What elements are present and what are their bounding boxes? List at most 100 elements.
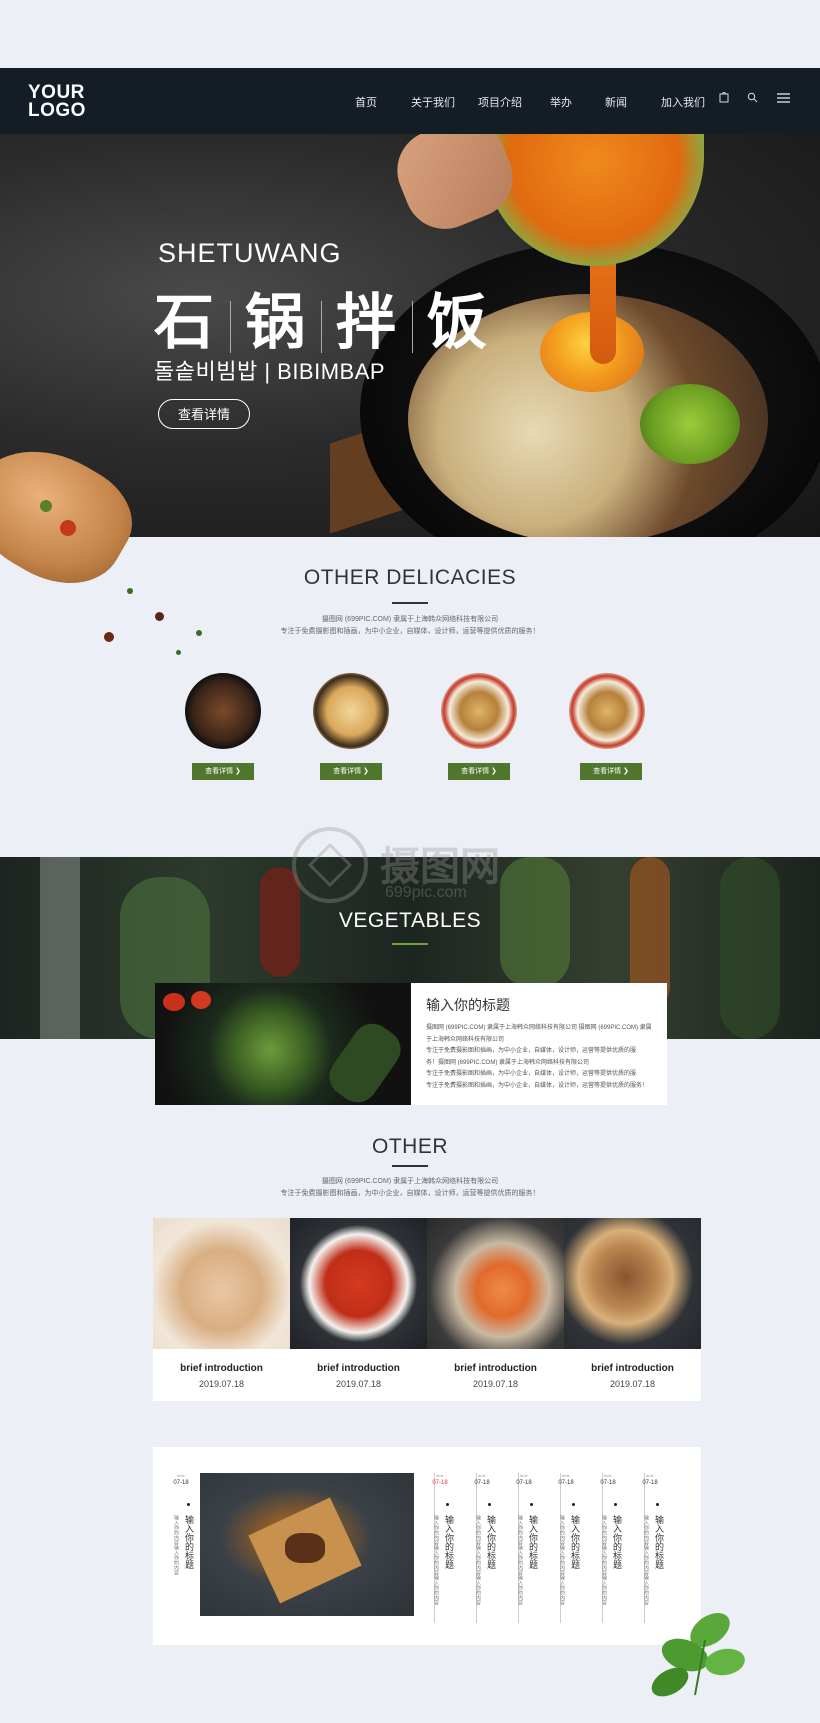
peppercorn-image: [176, 650, 181, 655]
bag-icon[interactable]: [716, 91, 732, 107]
timeline-date: 07-18: [432, 1480, 448, 1486]
timeline-time-label: time: [436, 1473, 444, 1478]
other-card-date: 2019.07.18: [198, 1379, 245, 1389]
other-card-3[interactable]: brief introduction 2019.07.18: [427, 1349, 564, 1401]
timeline-dot: [488, 1503, 491, 1506]
dessert-plate-image: [153, 1218, 290, 1349]
other-card-title: brief introduction: [591, 1363, 674, 1374]
timeline-date: 07-18: [642, 1480, 658, 1486]
nav-item-events[interactable]: 举办: [550, 94, 572, 110]
nav-item-projects[interactable]: 项目介绍: [478, 94, 522, 110]
timeline-body: 输入你的内容输入你的内容输入你的内容: [559, 1515, 565, 1605]
cucumber-image: [321, 1015, 409, 1111]
delicacy-dish-2-image: [313, 673, 389, 749]
hero-title-char-4: 饭: [427, 289, 489, 356]
timeline-heading: 输入你的标题: [570, 1515, 580, 1569]
timeline-heading: 输入你的标题: [486, 1515, 496, 1569]
other-card-date: 2019.07.18: [472, 1379, 519, 1389]
other-card-title: brief introduction: [180, 1363, 263, 1374]
delicacy-4-details-button[interactable]: 查看详情 ❯: [580, 763, 642, 780]
delicacy-dish-3-image: [441, 673, 517, 749]
timeline-panel: time 07-18 输入你的标题 输入你的内容输入你的内容 time 07-1…: [153, 1447, 701, 1645]
mint-leaves-image: [651, 1612, 745, 1697]
cucumber-image: [720, 857, 780, 1039]
timeline-body: 输入你的内容输入你的内容输入你的内容: [475, 1515, 481, 1605]
delicacies-divider: [392, 602, 428, 604]
camera-logo-icon: [292, 827, 368, 903]
timeline-steak-image: [200, 1473, 414, 1616]
timeline-entry-5[interactable]: time 07-18: [597, 1473, 619, 1486]
vegetables-card: 输入你的标题 摄图网 (699PIC.COM) 隶属于上海韩众网络科技有限公司 …: [411, 983, 667, 1105]
card-text-line: 专注于免费摄影图和插画，为中小企业，自媒体，设计师，运营等提供优质的服: [426, 1071, 637, 1077]
timeline-entry-1[interactable]: time 07-18: [429, 1473, 451, 1486]
timeline-heading: 输入你的标题: [444, 1515, 454, 1569]
card-text-line: 于上海韩众网络科技有限公司: [426, 1036, 505, 1043]
crayfish-image: [290, 1218, 427, 1349]
delicacy-2-details-button[interactable]: 查看详情 ❯: [320, 763, 382, 780]
hero-details-button[interactable]: 查看详情: [158, 399, 250, 429]
timeline-entry-4[interactable]: time 07-18: [555, 1473, 577, 1486]
timeline-time-label: time: [604, 1473, 612, 1478]
timeline-dot: [614, 1503, 617, 1506]
timeline-body: 输入你的内容输入你的内容输入你的内容: [601, 1515, 607, 1605]
timeline-heading: 输入你的标题: [654, 1515, 664, 1569]
card-text-line: 专注于免费摄影图和插画，为中小企业，自媒体，设计师，运营等提供优质的服务！: [426, 1082, 649, 1089]
timeline-entry-3[interactable]: time 07-18: [513, 1473, 535, 1486]
other-card-title: brief introduction: [454, 1363, 537, 1374]
delicacies-desc-line-1: 摄图网 (699PIC.COM) 隶属于上海韩众网络科技有限公司: [321, 616, 499, 623]
timeline-heading: 输入你的标题: [184, 1515, 194, 1569]
timeline-dot: [446, 1503, 449, 1506]
other-desc: 摄图网 (699PIC.COM) 隶属于上海韩众网络科技有限公司 专注于免费摄影…: [0, 1176, 820, 1200]
timeline-date: 07-18: [558, 1480, 574, 1486]
other-card-date: 2019.07.18: [335, 1379, 382, 1389]
delicacy-1-details-button[interactable]: 查看详情 ❯: [192, 763, 254, 780]
other-card-2[interactable]: brief introduction 2019.07.18: [290, 1349, 427, 1401]
logo[interactable]: YOUR LOGO: [28, 83, 86, 120]
other-desc-line-1: 摄图网 (699PIC.COM) 隶属于上海韩众网络科技有限公司: [321, 1178, 499, 1185]
top-navbar: YOUR LOGO 首页 关于我们 项目介绍 举办 新闻 加入我们: [0, 68, 820, 134]
peppercorn-image: [40, 500, 52, 512]
timeline-body: 输入你的内容输入你的内容输入你的内容: [433, 1515, 439, 1605]
broccoli-image: [155, 983, 411, 1111]
other-divider: [392, 1165, 428, 1167]
other-card-title: brief introduction: [317, 1363, 400, 1374]
watermark: 摄图网 699pic.com: [290, 820, 550, 920]
scallion-image: [40, 857, 80, 1039]
delicacies-desc: 摄图网 (699PIC.COM) 隶属于上海韩众网络科技有限公司 专注于免费摄影…: [0, 614, 820, 638]
timeline-heading: 输入你的标题: [528, 1515, 538, 1569]
delicacy-dish-1-image: [185, 673, 261, 749]
other-title: OTHER: [372, 1135, 448, 1158]
timeline-time-label: time: [520, 1473, 528, 1478]
timeline-dot: [656, 1503, 659, 1506]
other-card-1[interactable]: brief introduction 2019.07.18: [153, 1349, 290, 1401]
vegetables-card-title: 输入你的标题: [426, 997, 510, 1013]
timeline-entry-6[interactable]: time 07-18: [639, 1473, 661, 1486]
nav-item-news[interactable]: 新闻: [605, 94, 627, 110]
hero-title: 石锅拌饭: [154, 274, 489, 361]
search-icon[interactable]: [744, 91, 760, 107]
delicacy-3-details-button[interactable]: 查看详情 ❯: [448, 763, 510, 780]
timeline-entry-2[interactable]: time 07-18: [471, 1473, 493, 1486]
timeline-date: 07-18: [173, 1480, 189, 1486]
nav-item-home[interactable]: 首页: [355, 94, 377, 110]
other-card-4[interactable]: brief introduction 2019.07.18: [564, 1349, 701, 1401]
nav-item-about[interactable]: 关于我们: [411, 94, 455, 110]
timeline-dot: [530, 1503, 533, 1506]
timeline-date: 07-18: [600, 1480, 616, 1486]
other-desc-line-2: 专注于免费摄影图和插画，为中小企业，自媒体，设计师，运营等提供优质的服务！: [280, 1190, 540, 1197]
other-card-date: 2019.07.18: [609, 1379, 656, 1389]
timeline-date: 07-18: [474, 1480, 490, 1486]
menu-icon[interactable]: [775, 91, 791, 107]
timeline-dot: [187, 1503, 190, 1506]
shrimp-image: [427, 1218, 564, 1349]
timeline-main-entry[interactable]: time 07-18: [170, 1473, 192, 1486]
pepper-image: [640, 384, 740, 464]
timeline-time-label: time: [562, 1473, 570, 1478]
hand-image: [385, 134, 525, 241]
timeline-time-label: time: [177, 1473, 185, 1478]
hero-title-char-3: 拌: [336, 289, 398, 356]
chili-image: [60, 520, 76, 536]
nav-item-join[interactable]: 加入我们: [661, 94, 705, 110]
watermark-url-text: 699pic.com: [385, 884, 467, 901]
sauce-cup-image: [484, 134, 704, 266]
